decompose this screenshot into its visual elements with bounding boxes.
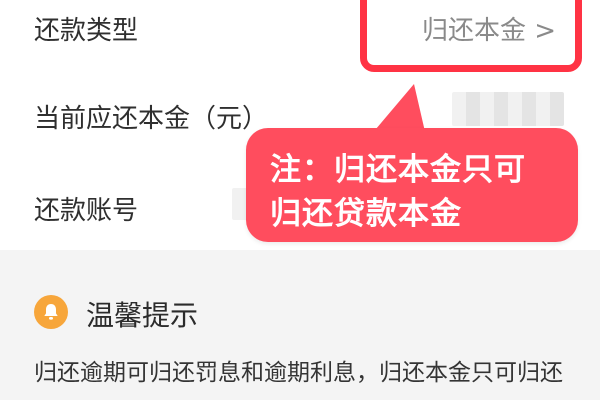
callout-text-line-2: 归还贷款本金 (270, 196, 462, 232)
repayment-type-highlight (360, 0, 582, 72)
callout-text-line-1: 注：归还本金只可 (270, 152, 526, 188)
tips-body: 归还逾期可归还罚息和逾期利息，归还本金只可归还 (34, 360, 563, 386)
bell-icon (34, 295, 68, 329)
blurred-principal-amount (452, 92, 564, 126)
repayment-account-label: 还款账号 (34, 196, 139, 226)
bell-icon-svg (44, 304, 58, 320)
current-principal-label: 当前应还本金（元） (34, 104, 269, 134)
repayment-type-label: 还款类型 (34, 16, 139, 46)
tips-title: 温馨提示 (86, 299, 199, 332)
annotation-callout: 注：归还本金只可 归还贷款本金 (246, 128, 578, 242)
tips-panel: 温馨提示 归还逾期可归还罚息和逾期利息，归还本金只可归还 (0, 250, 600, 400)
